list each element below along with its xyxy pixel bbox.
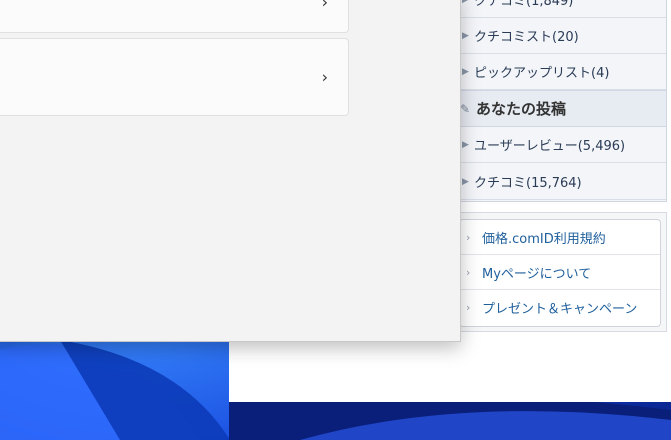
chevron-right-icon: ▶ — [462, 139, 469, 150]
chevron-right-icon: › — [321, 0, 328, 12]
chevron-right-icon: › — [321, 67, 328, 87]
mypage-side-menu: ▶ クチコミ(1,849) ▶ クチコミスト(20) ▶ ピックアップリスト(4… — [455, 0, 667, 202]
side-item-pickup-list[interactable]: ▶ ピックアップリスト(4) — [456, 54, 666, 90]
side-item-user-review[interactable]: ▶ ユーザーレビュー(5,496) — [456, 127, 666, 163]
link-label: プレゼント＆キャンペーン — [482, 302, 638, 317]
settings-card-top[interactable]: › — [0, 0, 349, 33]
settings-card-second[interactable]: › — [0, 38, 349, 116]
link-present-campaign[interactable]: › プレゼント＆キャンペーン — [460, 290, 660, 325]
chevron-right-icon: › — [466, 301, 471, 314]
pencil-icon: ✎ — [460, 101, 471, 116]
link-terms[interactable]: › 価格.comID利用規約 — [460, 220, 660, 255]
links-box: › 価格.comID利用規約 › Myページについて › プレゼント＆キャンペー… — [459, 219, 661, 327]
chevron-right-icon: › — [466, 230, 471, 244]
side-item-kuchikomi[interactable]: ▶ クチコミ(15,764) — [456, 164, 666, 200]
side-item-label: ユーザーレビュー(5,496) — [474, 139, 626, 154]
settings-dialog: › › — [0, 0, 461, 342]
side-item-label: ピックアップリスト(4) — [474, 66, 610, 81]
chevron-right-icon: ▶ — [462, 66, 469, 77]
link-mypage-about[interactable]: › Myページについて — [460, 255, 660, 290]
side-item-label: クチコミ(1,849) — [474, 0, 574, 9]
side-heading-label: あなたの投稿 — [476, 100, 567, 118]
chevron-right-icon: ▶ — [462, 30, 469, 41]
side-item-label: クチコミ(15,764) — [474, 176, 582, 191]
side-item-kuchikomi-top[interactable]: ▶ クチコミ(1,849) — [456, 0, 666, 18]
side-item-kuchikomist[interactable]: ▶ クチコミスト(20) — [456, 18, 666, 54]
chevron-right-icon: ▶ — [462, 0, 469, 5]
chevron-right-icon: ▶ — [462, 176, 469, 187]
link-label: Myページについて — [482, 266, 592, 282]
chevron-right-icon: › — [466, 265, 471, 279]
side-heading-your-posts: ✎ あなたの投稿 — [456, 90, 666, 127]
link-label: 価格.comID利用規約 — [482, 231, 606, 247]
side-item-label: クチコミスト(20) — [474, 30, 579, 45]
